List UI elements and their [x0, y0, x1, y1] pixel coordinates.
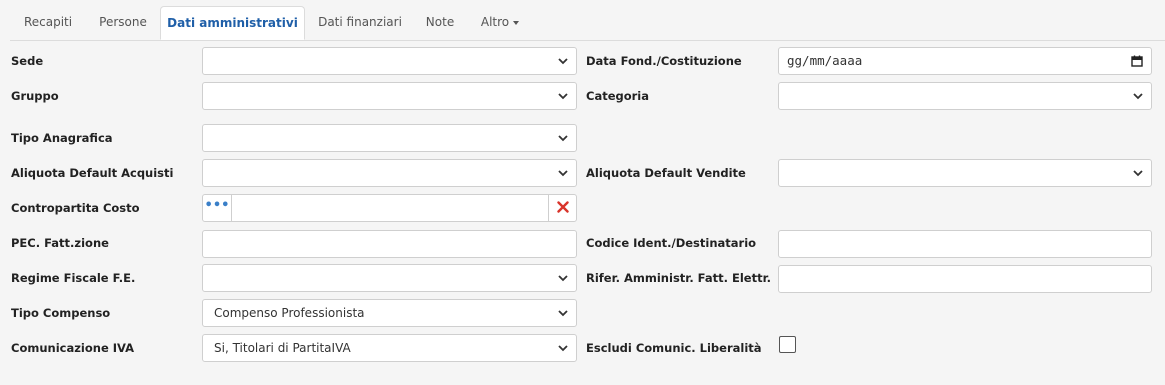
sede-label: Sede	[11, 54, 44, 68]
sede-select[interactable]	[202, 47, 577, 75]
comunicazione-iva-label: Comunicazione IVA	[11, 341, 135, 355]
data-fond-placeholder: gg/mm/aaaa	[787, 53, 863, 68]
tab-altro-label: Altro	[480, 15, 510, 29]
categoria-label: Categoria	[586, 89, 650, 103]
rifer-amministr-input[interactable]	[778, 265, 1152, 293]
aliquota-vendite-select[interactable]	[778, 159, 1152, 187]
calendar-icon[interactable]	[1131, 55, 1143, 67]
tipo-compenso-label: Tipo Compenso	[11, 306, 111, 320]
chevron-down-icon	[558, 170, 568, 177]
contropartita-lookup: •••	[202, 194, 577, 222]
tab-dati-amministrativi[interactable]: Dati amministrativi	[160, 6, 305, 40]
tipo-compenso-value: Compenso Professionista	[214, 306, 365, 320]
tab-note[interactable]: Note	[415, 6, 465, 39]
data-fond-label: Data Fond./Costituzione	[586, 54, 742, 68]
gruppo-label: Gruppo	[11, 89, 59, 103]
chevron-down-icon	[1133, 93, 1143, 100]
caret-down-icon	[513, 20, 520, 25]
regime-fiscale-select[interactable]	[202, 264, 577, 292]
regime-fiscale-label: Regime Fiscale F.E.	[11, 271, 136, 285]
tipo-anagrafica-label: Tipo Anagrafica	[11, 131, 113, 145]
tab-bar: Recapiti Persone Dati amministrativi Dat…	[10, 6, 1165, 41]
codice-destinatario-label: Codice Ident./Destinatario	[586, 236, 757, 250]
chevron-down-icon	[558, 275, 568, 282]
aliquota-vendite-label: Aliquota Default Vendite	[586, 166, 746, 180]
more-icon[interactable]: •••	[203, 195, 232, 221]
chevron-down-icon	[558, 310, 568, 317]
clear-button[interactable]	[548, 195, 576, 221]
comunicazione-iva-value: Si, Titolari di PartitaIVA	[214, 341, 351, 355]
aliquota-acquisti-select[interactable]	[202, 159, 577, 187]
tipo-compenso-select[interactable]: Compenso Professionista	[202, 299, 577, 327]
close-icon	[556, 201, 569, 213]
codice-destinatario-input[interactable]	[778, 230, 1152, 258]
tab-altro[interactable]: Altro	[469, 6, 531, 39]
aliquota-acquisti-label: Aliquota Default Acquisti	[11, 166, 174, 180]
chevron-down-icon	[558, 135, 568, 142]
escludi-liberalita-checkbox[interactable]	[779, 336, 796, 353]
chevron-down-icon	[558, 93, 568, 100]
chevron-down-icon	[558, 345, 568, 352]
escludi-liberalita-label: Escludi Comunic. Liberalità	[586, 341, 762, 355]
tipo-anagrafica-select[interactable]	[202, 124, 577, 152]
pec-input[interactable]	[202, 230, 577, 258]
tab-dati-finanziari[interactable]: Dati finanziari	[307, 6, 413, 39]
rifer-amministr-label: Rifer. Amministr. Fatt. Elettr.	[586, 271, 771, 285]
gruppo-select[interactable]	[202, 82, 577, 110]
categoria-select[interactable]	[778, 82, 1152, 110]
comunicazione-iva-select[interactable]: Si, Titolari di PartitaIVA	[202, 334, 577, 362]
tab-persone[interactable]: Persone	[86, 6, 160, 39]
chevron-down-icon	[1133, 170, 1143, 177]
tab-recapiti[interactable]: Recapiti	[10, 6, 86, 39]
chevron-down-icon	[558, 58, 568, 65]
contropartita-label: Contropartita Costo	[11, 201, 140, 215]
pec-label: PEC. Fatt.zione	[11, 236, 109, 250]
data-fond-input[interactable]: gg/mm/aaaa	[778, 47, 1152, 75]
